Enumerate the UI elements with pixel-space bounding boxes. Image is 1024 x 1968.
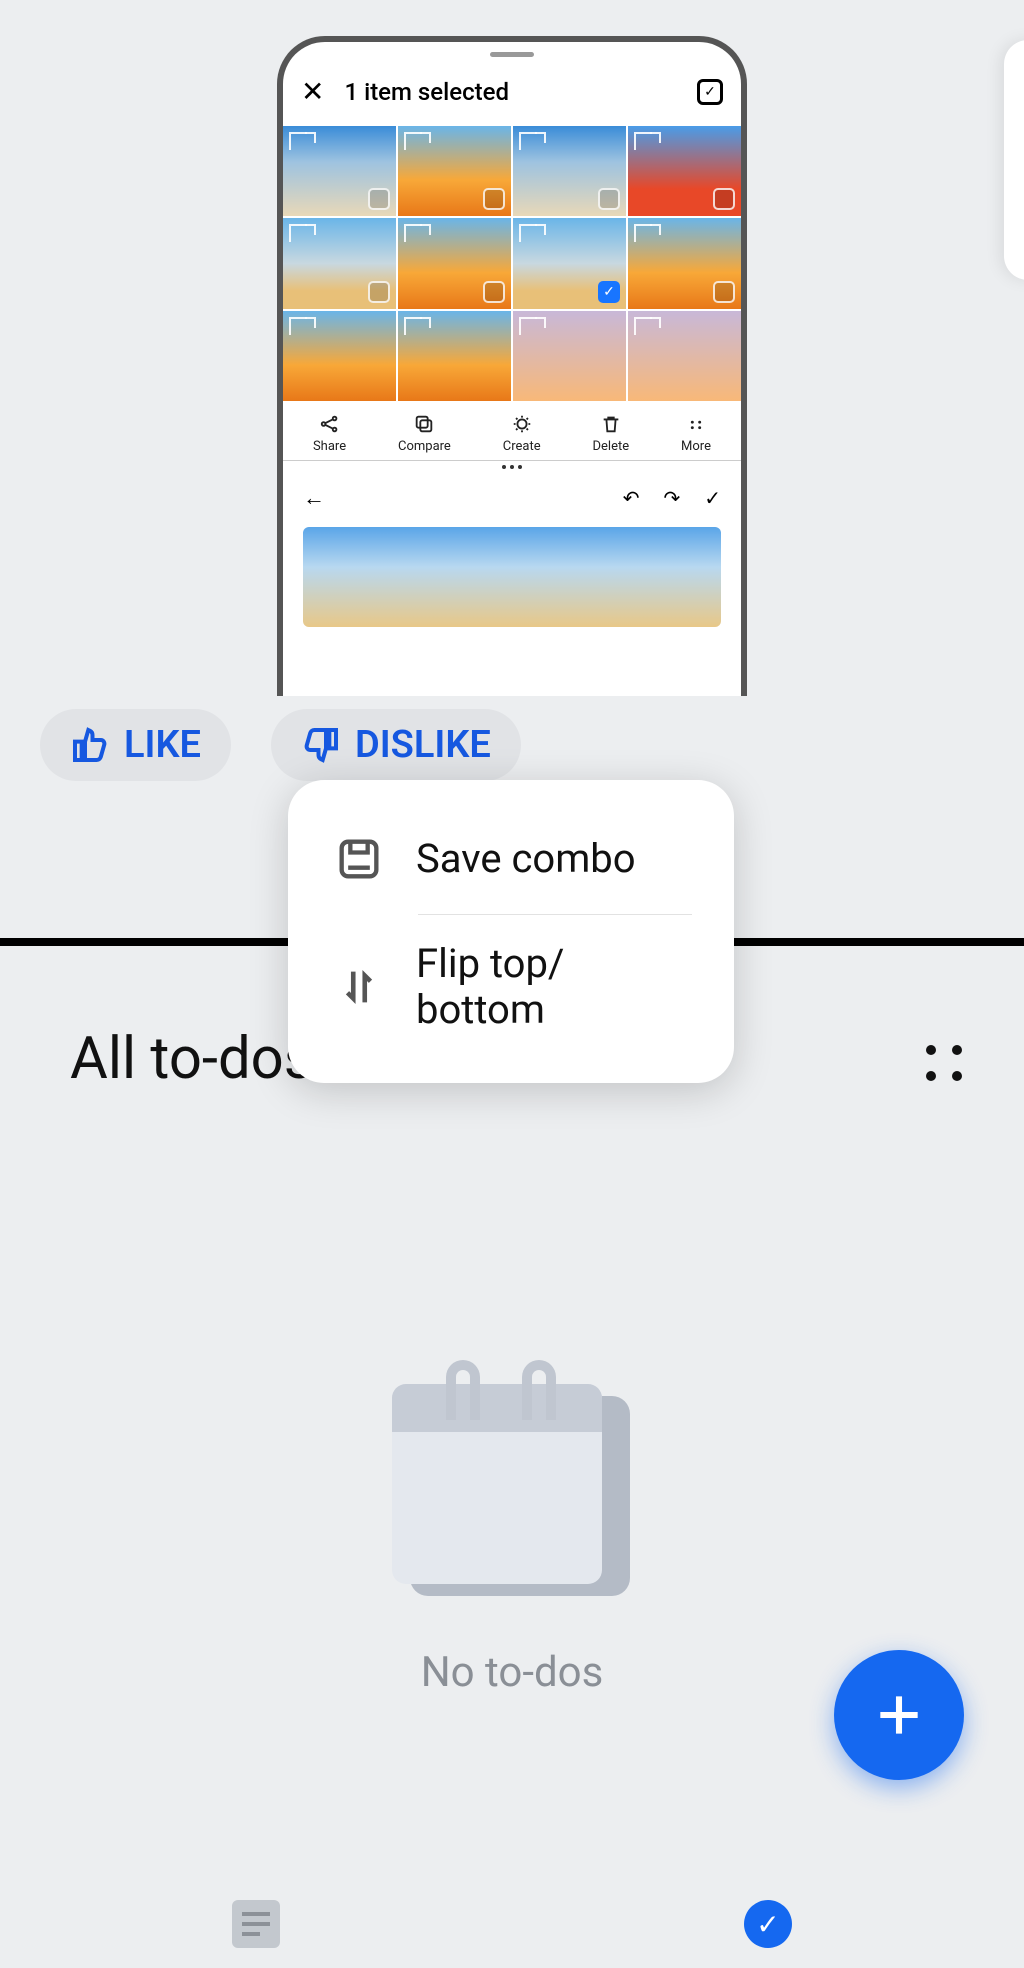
like-button[interactable]: LIKE: [40, 709, 231, 781]
gallery-thumb[interactable]: [283, 218, 396, 308]
dislike-button[interactable]: DISLIKE: [271, 709, 521, 781]
dislike-label: DISLIKE: [355, 723, 491, 767]
edge-panel-handle[interactable]: [1004, 40, 1024, 280]
back-icon[interactable]: ←: [303, 485, 325, 511]
flip-icon: [330, 958, 388, 1016]
gallery-thumb[interactable]: [398, 126, 511, 216]
create-icon: [509, 411, 535, 437]
menu-divider: [418, 914, 692, 915]
page-title: All to-dos: [70, 1025, 314, 1093]
menu-item-save-combo[interactable]: Save combo: [288, 808, 734, 910]
checkbox-checked-icon: ✓: [598, 281, 620, 303]
gallery-thumb[interactable]: [628, 126, 741, 216]
gallery-thumb[interactable]: [283, 126, 396, 216]
gallery-toolbar: Share Compare Create Delete More: [283, 401, 741, 461]
confirm-icon[interactable]: ✓: [704, 486, 721, 510]
toolbar-label: Compare: [398, 439, 451, 454]
phone-side-button-icon: [743, 302, 747, 422]
image-preview: [303, 527, 721, 627]
context-menu: Save combo Flip top/ bottom: [288, 780, 734, 1083]
nav-notes[interactable]: [232, 1900, 280, 1948]
gallery-thumb[interactable]: [398, 311, 511, 401]
share-icon: [317, 411, 343, 437]
gallery-thumb[interactable]: [283, 311, 396, 401]
calendar-icon: [392, 1360, 632, 1600]
gallery-thumb[interactable]: [513, 126, 626, 216]
delete-button[interactable]: Delete: [593, 411, 630, 454]
compare-button[interactable]: Compare: [398, 411, 451, 454]
gallery-thumb[interactable]: [628, 311, 741, 401]
plus-icon: [871, 1687, 927, 1743]
select-all-icon[interactable]: ✓: [697, 79, 723, 105]
notes-icon: [232, 1900, 280, 1948]
thumbs-up-icon: [70, 725, 110, 765]
close-icon[interactable]: ✕: [301, 75, 324, 108]
gallery-thumb[interactable]: ✓: [513, 218, 626, 308]
add-todo-button[interactable]: [834, 1650, 964, 1780]
menu-label: Flip top/ bottom: [416, 941, 564, 1033]
empty-text: No to-dos: [421, 1648, 604, 1697]
feedback-row: LIKE DISLIKE: [40, 709, 521, 781]
gallery-selection-header: ✕ 1 item selected ✓: [283, 57, 741, 126]
gallery-thumb[interactable]: [398, 218, 511, 308]
editor-bar: ← ↶ ↷ ✓: [283, 473, 741, 523]
toolbar-label: Share: [313, 439, 346, 454]
more-button[interactable]: More: [681, 411, 711, 454]
trash-icon: [598, 411, 624, 437]
redo-icon[interactable]: ↷: [663, 486, 680, 510]
share-button[interactable]: Share: [313, 411, 346, 454]
bottom-nav: ✓: [0, 1900, 1024, 1948]
menu-label: Save combo: [416, 836, 636, 882]
gallery-grid: ✓: [283, 126, 741, 401]
toolbar-label: Delete: [593, 439, 630, 454]
like-label: LIKE: [124, 723, 201, 767]
empty-state: No to-dos: [392, 1360, 632, 1697]
compare-icon: [411, 411, 437, 437]
toolbar-label: More: [681, 439, 711, 454]
create-button[interactable]: Create: [503, 411, 541, 454]
thumbs-down-icon: [301, 725, 341, 765]
phone-preview-top: ✕ 1 item selected ✓ ✓ Share Compare: [277, 36, 747, 696]
menu-item-flip[interactable]: Flip top/ bottom: [288, 919, 734, 1055]
more-icon: [683, 411, 709, 437]
undo-icon[interactable]: ↶: [623, 486, 640, 510]
gallery-thumb[interactable]: [513, 311, 626, 401]
nav-todos[interactable]: ✓: [744, 1900, 792, 1948]
selection-title: 1 item selected: [344, 78, 697, 106]
more-menu-icon[interactable]: [926, 1045, 964, 1083]
save-icon: [330, 830, 388, 888]
toolbar-label: Create: [503, 439, 541, 454]
check-circle-icon: ✓: [744, 1900, 792, 1948]
page-indicator-icon: [283, 461, 741, 473]
gallery-thumb[interactable]: [628, 218, 741, 308]
